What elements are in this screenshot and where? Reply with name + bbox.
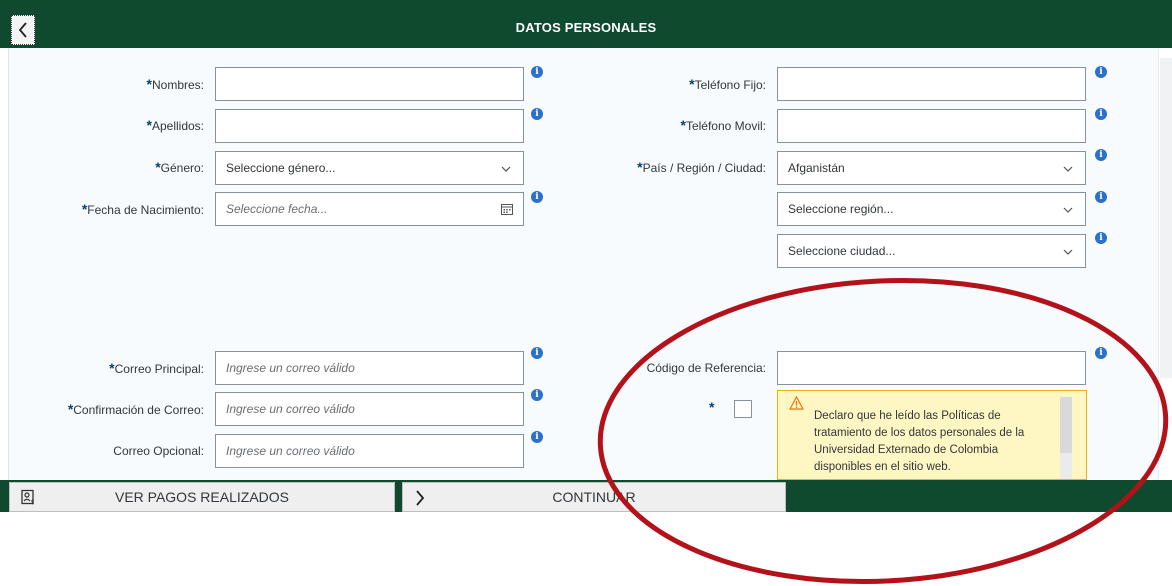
ver-pagos-button[interactable]: $ VER PAGOS REALIZADOS (9, 482, 395, 512)
correo-principal-placeholder: Ingrese un correo válido (226, 361, 355, 375)
codigo-referencia-input[interactable] (777, 351, 1086, 385)
telefono-movil-info-icon[interactable]: i (1095, 108, 1107, 120)
page-title: DATOS PERSONALES (515, 20, 657, 35)
telefono-movil-input[interactable] (777, 109, 1086, 143)
chevron-right-icon (416, 490, 425, 506)
consent-required-marker: * (709, 399, 715, 415)
region-info-icon[interactable]: i (1095, 191, 1107, 203)
correo-opcional-label: Correo Opcional: (113, 444, 204, 458)
svg-text:$: $ (31, 499, 35, 505)
fecha-nacimiento-label: *Fecha de Nacimiento: (81, 201, 204, 217)
nombres-info-icon[interactable]: i (531, 66, 543, 78)
page-scrollbar-thumb[interactable] (1160, 58, 1172, 378)
confirmacion-correo-input[interactable]: Ingrese un correo válido (215, 392, 524, 426)
correo-opcional-input[interactable]: Ingrese un correo válido (215, 434, 524, 468)
correo-principal-label: *Correo Principal: (109, 360, 204, 376)
apellidos-info-icon[interactable]: i (531, 108, 543, 120)
nombres-label: *Nombres: (146, 76, 204, 92)
consent-scrollbar-thumb[interactable] (1060, 397, 1072, 453)
codigo-referencia-label: Código de Referencia: (646, 361, 766, 375)
continuar-label: CONTINUAR (552, 489, 636, 505)
confirmacion-correo-placeholder: Ingrese un correo válido (226, 402, 355, 416)
genero-select[interactable]: Seleccione género... (215, 151, 524, 185)
calendar-icon[interactable] (501, 203, 513, 215)
telefono-fijo-label: *Teléfono Fijo: (689, 76, 766, 92)
telefono-fijo-info-icon[interactable]: i (1095, 66, 1107, 78)
header-bar: DATOS PERSONALES (0, 0, 1172, 48)
ciudad-selected-value: Seleccione ciudad... (788, 244, 896, 258)
pais-region-ciudad-label: *País / Región / Ciudad: (637, 159, 766, 175)
app-window: DATOS PERSONALES *Nombres: i *Apellidos:… (0, 0, 1172, 586)
pais-info-icon[interactable]: i (1095, 149, 1107, 161)
chevron-down-icon (1063, 207, 1073, 213)
genero-label: *Género: (155, 159, 204, 175)
ver-pagos-label: VER PAGOS REALIZADOS (114, 489, 289, 505)
consent-warning-box: Declaro que he leído las Políticas de tr… (777, 390, 1087, 480)
genero-selected-value: Seleccione género... (226, 161, 336, 175)
apellidos-input[interactable] (215, 109, 524, 143)
fecha-nacimiento-info-icon[interactable]: i (531, 191, 543, 203)
codigo-referencia-info-icon[interactable]: i (1095, 347, 1107, 359)
chevron-down-icon (1063, 166, 1073, 172)
consent-text: Declaro que he leído las Políticas de tr… (814, 410, 1025, 473)
chevron-down-icon (1063, 249, 1073, 255)
telefono-fijo-input[interactable] (777, 67, 1086, 101)
confirmacion-correo-info-icon[interactable]: i (531, 389, 543, 401)
region-select[interactable]: Seleccione región... (777, 192, 1086, 226)
chevron-down-icon (501, 166, 511, 172)
ciudad-select[interactable]: Seleccione ciudad... (777, 234, 1086, 268)
fecha-nacimiento-picker[interactable]: Seleccione fecha... (215, 192, 524, 226)
continuar-button[interactable]: CONTINUAR (402, 482, 786, 512)
correo-opcional-info-icon[interactable]: i (531, 431, 543, 443)
pais-select[interactable]: Afganistán (777, 151, 1086, 185)
pais-selected-value: Afganistán (788, 161, 845, 175)
payments-icon: $ (21, 489, 35, 505)
nombres-input[interactable] (215, 67, 524, 101)
correo-principal-input[interactable]: Ingrese un correo válido (215, 351, 524, 385)
ciudad-info-icon[interactable]: i (1095, 232, 1107, 244)
region-selected-value: Seleccione región... (788, 202, 894, 216)
warning-icon (789, 396, 804, 410)
apellidos-label: *Apellidos: (146, 117, 204, 133)
consent-checkbox[interactable] (734, 400, 752, 418)
telefono-movil-label: *Teléfono Movil: (680, 117, 767, 133)
correo-principal-info-icon[interactable]: i (531, 347, 543, 359)
correo-opcional-placeholder: Ingrese un correo válido (226, 444, 355, 458)
confirmacion-correo-label: *Confirmación de Correo: (67, 401, 204, 417)
fecha-nacimiento-placeholder: Seleccione fecha... (226, 202, 328, 216)
